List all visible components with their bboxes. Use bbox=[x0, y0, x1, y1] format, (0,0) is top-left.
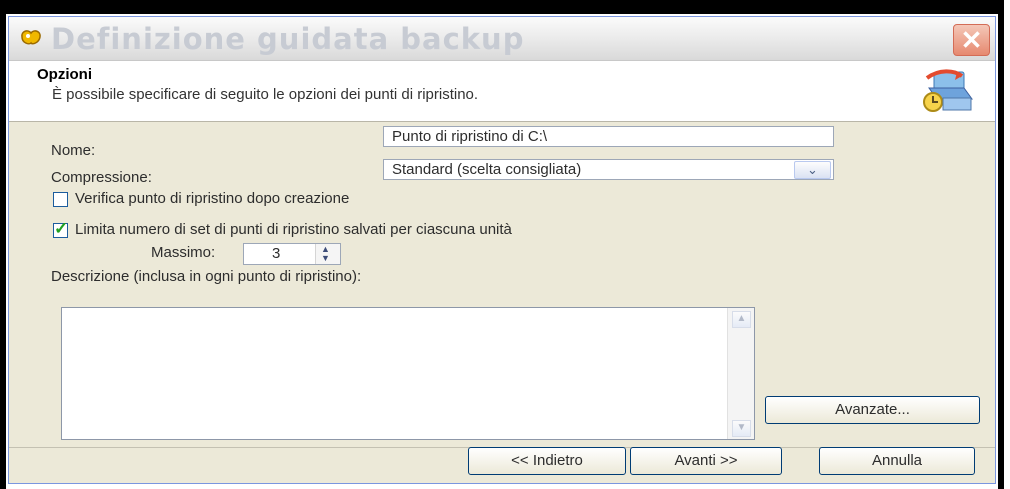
scroll-down-icon[interactable]: ▼ bbox=[732, 420, 751, 437]
advanced-button[interactable]: Avanzate... bbox=[765, 396, 980, 424]
description-label: Descrizione (inclusa in ogni punto di ri… bbox=[51, 268, 362, 285]
wizard-icon bbox=[21, 30, 41, 45]
chevron-down-icon[interactable]: ⌄ bbox=[794, 161, 831, 179]
compression-select[interactable]: Standard (scelta consigliata) ⌄ bbox=[383, 159, 834, 180]
title-bar: Definizione guidata backup ✕ bbox=[9, 17, 995, 61]
description-scrollbar[interactable]: ▲ ▼ bbox=[727, 308, 754, 439]
background-document-text: il processo di ripristino del computer, … bbox=[0, 0, 392, 13]
close-icon[interactable]: ✕ bbox=[953, 24, 990, 56]
scroll-up-icon[interactable]: ▲ bbox=[732, 311, 751, 328]
limit-label: Limita numero di set di punti di riprist… bbox=[75, 221, 512, 238]
name-label: Nome: bbox=[51, 142, 96, 159]
name-field[interactable]: Punto di ripristino di C:\ bbox=[383, 126, 834, 147]
next-button[interactable]: Avanti >> bbox=[630, 447, 782, 475]
maximum-value: 3 bbox=[272, 245, 281, 262]
description-textarea[interactable]: ▲ ▼ bbox=[61, 307, 755, 440]
stepper-down-icon[interactable]: ▼ bbox=[321, 254, 330, 263]
window-title: Definizione guidata backup bbox=[51, 22, 525, 56]
stepper-buttons[interactable]: ▲ ▼ bbox=[315, 244, 340, 264]
back-button[interactable]: << Indietro bbox=[468, 447, 626, 475]
backup-restore-icon bbox=[923, 69, 973, 112]
verify-checkbox[interactable] bbox=[53, 192, 68, 207]
limit-checkbox[interactable] bbox=[53, 219, 68, 239]
backup-wizard-window: Definizione guidata backup ✕ Opzioni È p… bbox=[8, 16, 996, 484]
maximum-stepper[interactable]: 3 ▲ ▼ bbox=[243, 243, 341, 265]
header-description: È possibile specificare di seguito le op… bbox=[52, 86, 479, 103]
compression-selected-value: Standard (scelta consigliata) bbox=[392, 161, 582, 178]
maximum-label: Massimo: bbox=[151, 244, 216, 261]
compression-label: Compressione: bbox=[51, 169, 152, 186]
verify-label: Verifica punto di ripristino dopo creazi… bbox=[75, 190, 350, 207]
wizard-header: Opzioni È possibile specificare di segui… bbox=[9, 61, 995, 122]
header-title: Opzioni bbox=[37, 66, 92, 83]
cancel-button[interactable]: Annulla bbox=[819, 447, 975, 475]
